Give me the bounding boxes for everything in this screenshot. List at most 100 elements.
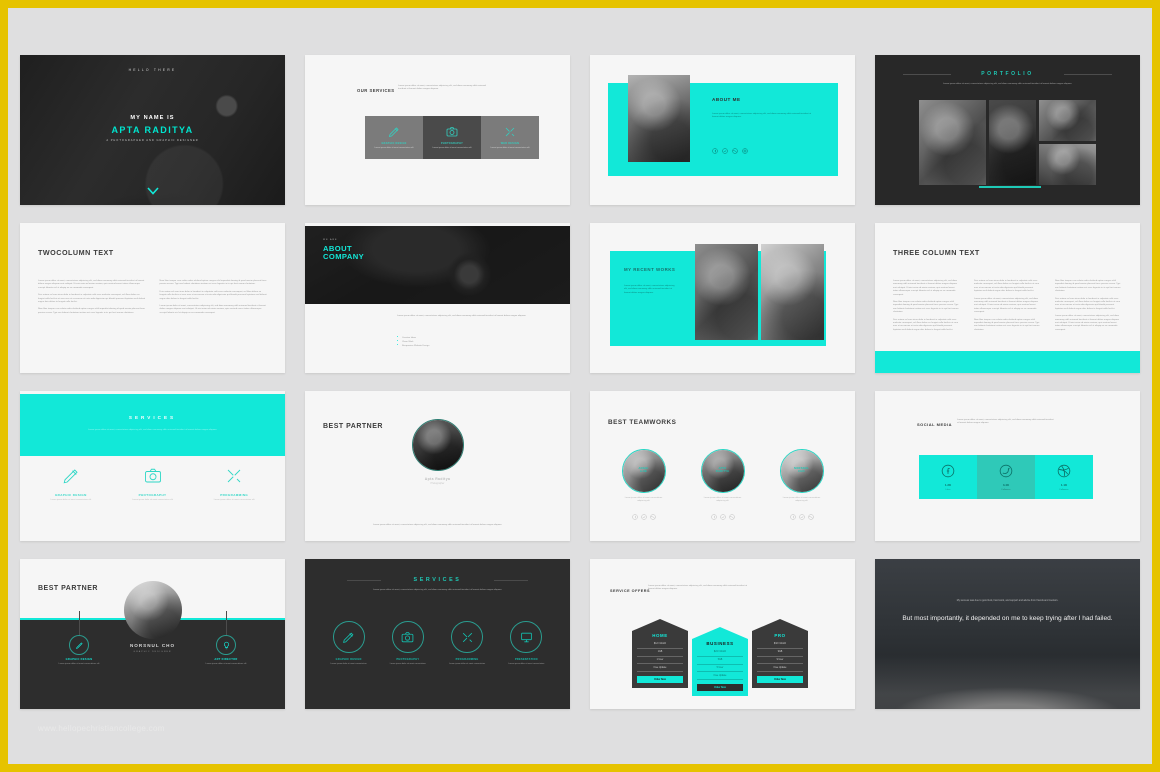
service-item[interactable]: GRAPHIC DESIGN Lorem ipsum dolor sit ame… [30, 467, 112, 502]
facebook-icon[interactable] [710, 507, 717, 525]
slide-best-partner-dark[interactable]: BEST PARTNER NORSNUL CHO GRAPHIC DESIGNE… [20, 559, 285, 709]
order-button[interactable]: Order Now [757, 676, 803, 684]
paragraph: Lorem ipsum dolor sit amet, consectetuer… [159, 305, 266, 314]
slide-services-dark[interactable]: SERVICES Lorem ipsum dolor sit amet, con… [305, 559, 570, 709]
team-member[interactable]: NORSNUL CHO Lorem ipsum dolor sit amet c… [762, 449, 841, 525]
chevron-down-icon[interactable] [146, 187, 159, 195]
service-item[interactable]: PHOTOGRAPHY Lorem ipsum dolor sit amet c… [112, 467, 194, 502]
facebook-icon [941, 464, 955, 483]
twitter-icon[interactable] [798, 507, 805, 525]
skill-right[interactable]: ART DIRECTOR Lorem ipsum dolor sit amet … [189, 611, 263, 666]
portfolio-image-4[interactable] [1039, 144, 1096, 185]
title-line-1: TWOCOLUMN [38, 248, 91, 257]
pricing-card-featured[interactable]: BUSINESS $24 / Month 5GB 5 User Free Upd… [692, 627, 748, 697]
social-count: 3.4K [1002, 483, 1010, 487]
facebook-icon[interactable] [631, 507, 638, 525]
quote-intro: My success was due to good luck, hard wo… [956, 599, 1059, 602]
facebook-icon[interactable] [712, 141, 718, 159]
text-column: Lorem ipsum dolor sit amet, consectetuer… [38, 280, 146, 319]
title-line-2: TEXT [93, 248, 114, 257]
service-desc: Lorem ipsum dolor sit amet consectetuer [449, 663, 486, 665]
team-member[interactable]: APTA RADITYA Lorem ipsum dolor sit amet … [683, 449, 762, 525]
card-cap [752, 619, 808, 631]
service-item[interactable]: PRESENTATION Lorem ipsum dolor sit amet … [497, 621, 556, 666]
twitter-icon[interactable] [640, 507, 647, 525]
title-line-1: BEST [323, 423, 344, 430]
order-button[interactable]: Order Now [697, 684, 743, 692]
slide-my-recent-works[interactable]: MY RECENT WORKS Lorem ipsum dolor sit am… [590, 223, 855, 373]
twitter-icon[interactable] [719, 507, 726, 525]
slide-service-offers[interactable]: SERVICE OFFERS Lorem ipsum dolor sit ame… [590, 559, 855, 709]
slide-about-company[interactable]: WE ARE ABOUT COMPANY Lorem ipsum dolor s… [305, 223, 570, 373]
service-card[interactable]: GRAPHIC DESIGN Lorem ipsum dolor sit ame… [365, 116, 423, 159]
dribbble-icon[interactable] [649, 507, 656, 525]
body-paragraph: Lorem ipsum dolor sit amet, consectetuer… [624, 285, 675, 294]
avatar[interactable] [123, 581, 182, 639]
paragraph: Lorem ipsum dolor sit amet, consectetuer… [1055, 315, 1119, 331]
team-member[interactable]: ANGGI AJIE Lorem ipsum dolor sit amet co… [604, 449, 683, 525]
slide-services-light[interactable]: SERVICES Lorem ipsum dolor sit amet, con… [20, 391, 285, 541]
recent-work-1[interactable] [695, 244, 758, 340]
paragraph: Nam liber tempor cum soluta nobis eleife… [1055, 280, 1121, 293]
service-item[interactable]: GRAPHIC DESIGN Lorem ipsum dolor sit ame… [319, 621, 378, 666]
facebook-icon[interactable] [789, 507, 796, 525]
paragraph: Nam liber tempor cum soluta nobis eleife… [974, 318, 1040, 331]
title-line-1: BEST [608, 419, 628, 426]
tools-icon [504, 125, 516, 143]
service-label: GRAPHIC DESIGN [54, 493, 87, 497]
paragraph: Lorem ipsum dolor sit amet, consectetuer… [38, 280, 145, 289]
list-item: Responsive Website Design [397, 344, 531, 348]
member-desc: Lorem ipsum dolor sit amet consectetuer … [782, 497, 821, 503]
plan-name: BUSINESS [706, 641, 734, 646]
recent-work-2[interactable] [761, 244, 824, 340]
slide-portfolio[interactable]: PORTFOLIO Lorem ipsum dolor sit amet, co… [875, 55, 1140, 205]
service-item[interactable]: PHOTOGRAPHY Lorem ipsum dolor sit amet c… [378, 621, 437, 666]
slide-hello-there[interactable]: HELLO THERE MY NAME IS APTA RADITYA A PH… [20, 55, 285, 205]
pencil-icon [69, 635, 89, 655]
about-paragraph: Lorem ipsum dolor sit amet, consectetuer… [712, 113, 811, 119]
slide-best-teamworks[interactable]: BEST TEAMWORKS ANGGI AJIE Lorem ipsum do… [590, 391, 855, 541]
social-card[interactable]: 1.2K Likes [919, 455, 977, 499]
intro-paragraph: Lorem ipsum dolor sit amet, consectetuer… [942, 83, 1073, 85]
presentation-icon [510, 621, 543, 653]
pricing-card[interactable]: HOME $12 / Month 1GB 1 User Free Update … [632, 619, 688, 689]
plan-name: HOME [652, 633, 668, 638]
social-links [604, 507, 683, 525]
connector-line [226, 611, 227, 635]
title-line-2: TEAMWORKS [629, 419, 677, 426]
service-item[interactable]: PROGRAMMING Lorem ipsum dolor sit amet c… [438, 621, 497, 666]
title-line-2: WORKS [656, 267, 676, 272]
watermark: www.hellopechristiancollege.com [38, 724, 165, 733]
pricing-card[interactable]: PRO $32 / Month 9GB 9 User Free Update O… [752, 619, 808, 689]
twitter-icon[interactable] [722, 141, 728, 159]
instagram-icon[interactable] [742, 141, 748, 159]
service-card-desc: Lorem ipsum dolor sit amet consectetuer … [374, 147, 414, 149]
service-item[interactable]: PROGRAMMING Lorem ipsum dolor sit amet c… [193, 467, 275, 502]
slide-quote[interactable]: My success was due to good luck, hard wo… [875, 559, 1140, 709]
slide-twocolumn-text[interactable]: TWOCOLUMN TEXT Lorem ipsum dolor sit ame… [20, 223, 285, 373]
portfolio-image-3[interactable] [1039, 100, 1096, 141]
slide-best-partner-light[interactable]: BEST PARTNER Apta Raditya Photographer L… [305, 391, 570, 541]
service-label: PROGRAMMING [220, 493, 249, 497]
dribbble-icon[interactable] [807, 507, 814, 525]
dribbble-icon[interactable] [728, 507, 735, 525]
page-title: ABOUT COMPANY [323, 244, 365, 262]
social-card[interactable]: 1.1K Followers [1035, 455, 1093, 499]
slide-our-services[interactable]: OUR SERVICES Lorem ipsum dolor sit amet,… [305, 55, 570, 205]
plan-price: $24 / Month [697, 649, 743, 657]
social-card[interactable]: 3.4K Followers [977, 455, 1035, 499]
order-button[interactable]: Order Now [637, 676, 683, 684]
skill-left[interactable]: GRAPHIC DESIGN Lorem ipsum dolor sit ame… [42, 611, 116, 666]
slide-social-media[interactable]: SOCIAL MEDIA Lorem ipsum dolor sit amet,… [875, 391, 1140, 541]
dribbble-icon[interactable] [732, 141, 738, 159]
hero-photo [305, 226, 570, 304]
title-line-2: COMPANY [323, 252, 365, 262]
slide-threecolumn-text[interactable]: THREE COLUMN TEXT Lorem ipsum dolor sit … [875, 223, 1140, 373]
service-card[interactable]: WEB DESIGN Lorem ipsum dolor sit amet co… [481, 116, 539, 159]
member-desc: Lorem ipsum dolor sit amet consectetuer … [624, 497, 663, 503]
avatar[interactable] [411, 419, 464, 471]
portfolio-image-2[interactable] [988, 100, 1036, 185]
portfolio-image-1[interactable] [919, 100, 986, 185]
service-card[interactable]: PHOTOGRAPHY Lorem ipsum dolor sit amet c… [423, 116, 481, 159]
slide-about-me[interactable]: ABOUT ME Lorem ipsum dolor sit amet, con… [590, 55, 855, 205]
